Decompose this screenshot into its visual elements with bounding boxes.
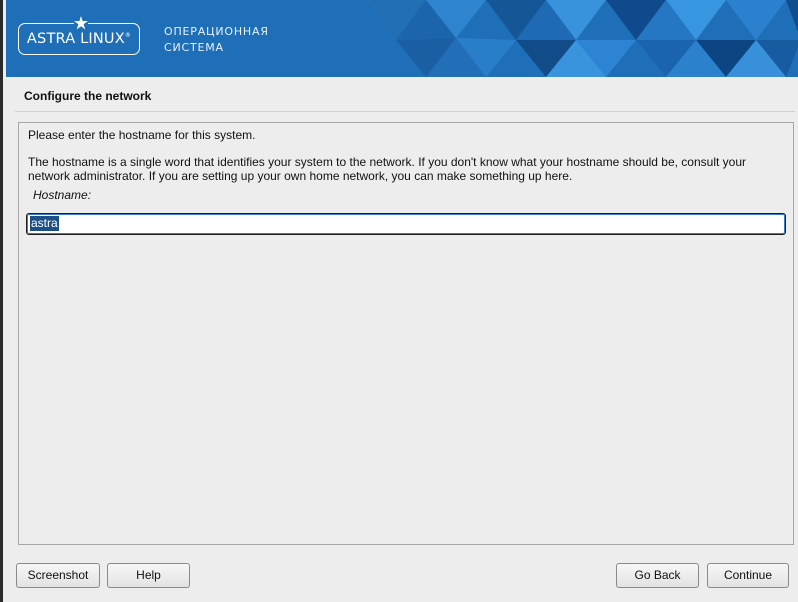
registered-mark: ®: [124, 32, 132, 40]
hostname-input[interactable]: astra: [26, 213, 786, 235]
hostname-value[interactable]: astra: [30, 216, 59, 231]
astra-linux-logo: ASTRA LINUX®: [18, 16, 140, 55]
os-tagline: ОПЕРАЦИОННАЯ СИСТЕМА: [164, 24, 269, 56]
content-panel: Please enter the hostname for this syste…: [18, 122, 794, 545]
help-button[interactable]: Help: [107, 563, 190, 588]
screenshot-button[interactable]: Screenshot: [16, 563, 100, 588]
tagline-line-2: СИСТЕМА: [164, 41, 224, 54]
header-banner: ASTRA LINUX® ОПЕРАЦИОННАЯ СИСТЕМА: [6, 0, 798, 77]
logo-wordmark: ASTRA LINUX: [26, 31, 125, 47]
hostname-label: Hostname:: [33, 188, 92, 202]
page-title: Configure the network: [24, 89, 152, 103]
title-divider: [15, 111, 795, 112]
intro-text: Please enter the hostname for this syste…: [28, 128, 256, 142]
continue-button[interactable]: Continue: [707, 563, 789, 588]
description-text: The hostname is a single word that ident…: [28, 155, 747, 183]
go-back-button[interactable]: Go Back: [616, 563, 699, 588]
installer-window: ASTRA LINUX® ОПЕРАЦИОННАЯ СИСТЕМА Config…: [0, 0, 798, 602]
star-icon: [74, 16, 88, 30]
logo-text: ASTRA LINUX®: [19, 31, 139, 47]
tagline-line-1: ОПЕРАЦИОННАЯ: [164, 25, 269, 38]
